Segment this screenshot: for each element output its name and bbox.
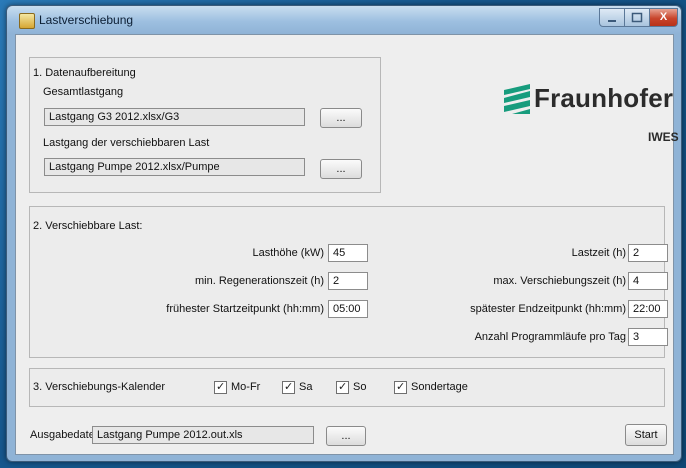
so-label[interactable]: So bbox=[353, 381, 366, 393]
gesamtlastgang-browse-button[interactable]: ... bbox=[320, 108, 362, 128]
gesamtlastgang-label: Gesamtlastgang bbox=[43, 86, 124, 98]
start-button[interactable]: Start bbox=[625, 424, 667, 446]
lasthoehe-label: Lasthöhe (kW) bbox=[252, 247, 324, 259]
check-mark-icon: ✓ bbox=[396, 381, 406, 393]
ausgabedatei-field[interactable]: Lastgang Pumpe 2012.out.xls bbox=[92, 426, 314, 444]
sondertage-label[interactable]: Sondertage bbox=[411, 381, 468, 393]
programmlaeufe-input[interactable]: 3 bbox=[628, 328, 668, 346]
check-mark-icon: ✓ bbox=[284, 381, 294, 393]
verschiebbare-last-browse-button[interactable]: ... bbox=[320, 159, 362, 179]
verschiebungs-kalender-panel: 3. Verschiebungs-Kalender ✓ Mo-Fr ✓ Sa ✓… bbox=[29, 368, 665, 407]
verschiebbare-last-label: Lastgang der verschiebbaren Last bbox=[43, 137, 210, 149]
endzeitpunkt-input[interactable]: 22:00 bbox=[628, 300, 668, 318]
mo-fr-label[interactable]: Mo-Fr bbox=[231, 381, 260, 393]
section3-heading: 3. Verschiebungs-Kalender bbox=[33, 381, 166, 393]
gesamtlastgang-field[interactable]: Lastgang G3 2012.xlsx/G3 bbox=[44, 108, 305, 126]
datenaufbereitung-panel: 1. Datenaufbereitung Gesamtlastgang Last… bbox=[29, 57, 381, 193]
close-button[interactable]: X bbox=[649, 8, 678, 27]
iwes-logo-text: IWES bbox=[648, 130, 679, 144]
sondertage-checkbox[interactable]: ✓ bbox=[394, 381, 407, 394]
minimize-icon bbox=[608, 20, 616, 22]
verschiebungszeit-label: max. Verschiebungszeit (h) bbox=[493, 275, 626, 287]
ausgabedatei-browse-button[interactable]: ... bbox=[326, 426, 366, 446]
maximize-button[interactable] bbox=[624, 8, 650, 27]
sa-label[interactable]: Sa bbox=[299, 381, 312, 393]
lasthoehe-input[interactable]: 45 bbox=[328, 244, 368, 262]
lastzeit-input[interactable]: 2 bbox=[628, 244, 668, 262]
title-bar[interactable]: Lastverschiebung X bbox=[7, 6, 681, 34]
endzeitpunkt-label: spätester Endzeitpunkt (hh:mm) bbox=[470, 303, 626, 315]
check-mark-icon: ✓ bbox=[338, 381, 348, 393]
mo-fr-checkbox[interactable]: ✓ bbox=[214, 381, 227, 394]
verschiebbare-last-panel: 2. Verschiebbare Last: Lasthöhe (kW) 45 … bbox=[29, 206, 668, 358]
window-content: 1. Datenaufbereitung Gesamtlastgang Last… bbox=[15, 34, 679, 455]
sa-checkbox[interactable]: ✓ bbox=[282, 381, 295, 394]
app-window: Lastverschiebung X 1. Datenaufbereitung … bbox=[6, 5, 682, 462]
ausgabedatei-label: Ausgabedatei bbox=[30, 429, 98, 441]
programmlaeufe-label: Anzahl Programmläufe pro Tag bbox=[474, 331, 626, 343]
section1-heading: 1. Datenaufbereitung bbox=[33, 67, 136, 79]
verschiebungszeit-input[interactable]: 4 bbox=[628, 272, 668, 290]
close-icon: X bbox=[659, 11, 668, 23]
startzeitpunkt-label: frühester Startzeitpunkt (hh:mm) bbox=[166, 303, 324, 315]
fraunhofer-logo-icon bbox=[504, 84, 530, 114]
maximize-icon bbox=[631, 12, 643, 23]
check-mark-icon: ✓ bbox=[216, 381, 226, 393]
regenerationszeit-input[interactable]: 2 bbox=[328, 272, 368, 290]
so-checkbox[interactable]: ✓ bbox=[336, 381, 349, 394]
regenerationszeit-label: min. Regenerationszeit (h) bbox=[194, 275, 324, 287]
window-title: Lastverschiebung bbox=[39, 13, 134, 27]
section2-heading: 2. Verschiebbare Last: bbox=[33, 220, 143, 232]
fraunhofer-logo-text: Fraunhofer bbox=[534, 83, 674, 113]
startzeitpunkt-input[interactable]: 05:00 bbox=[328, 300, 368, 318]
java-app-icon bbox=[19, 13, 35, 29]
lastzeit-label: Lastzeit (h) bbox=[571, 247, 626, 259]
minimize-button[interactable] bbox=[599, 8, 625, 27]
verschiebbare-last-field[interactable]: Lastgang Pumpe 2012.xlsx/Pumpe bbox=[44, 158, 305, 176]
